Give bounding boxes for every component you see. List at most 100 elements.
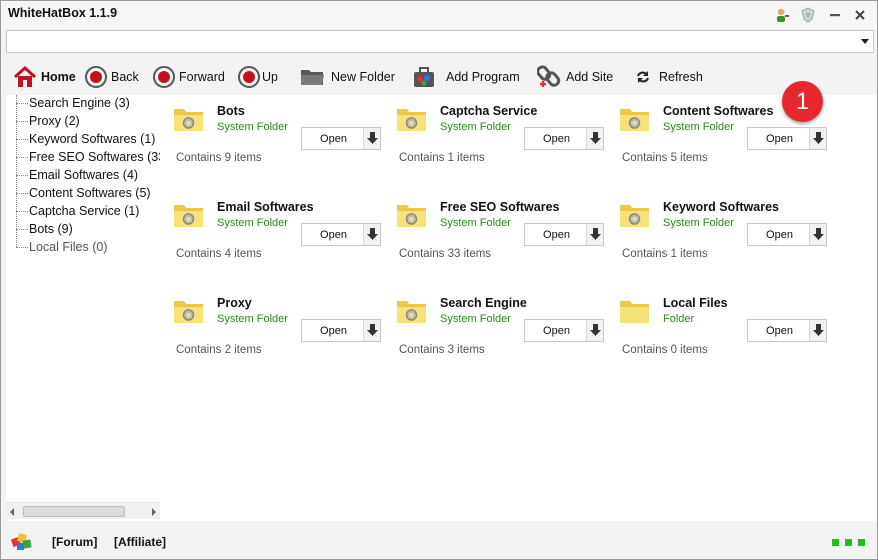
sidebar-item-label: Keyword Softwares (1) bbox=[29, 132, 156, 146]
folder-type: System Folder bbox=[440, 217, 511, 229]
open-label: Open bbox=[320, 229, 347, 241]
folder-type: System Folder bbox=[217, 121, 288, 133]
scroll-left-icon[interactable] bbox=[10, 508, 14, 516]
folder-card[interactable]: Search Engine System Folder Contains 3 ite… bbox=[383, 287, 604, 367]
folder-card[interactable]: Local Files Folder Contains 0 items Open bbox=[606, 287, 827, 367]
status-indicator bbox=[858, 539, 865, 546]
folder-type: Folder bbox=[663, 313, 695, 325]
open-dropdown[interactable] bbox=[363, 320, 380, 341]
open-dropdown[interactable] bbox=[809, 128, 826, 149]
arrow-down-icon bbox=[367, 228, 378, 240]
open-dropdown[interactable] bbox=[586, 320, 603, 341]
open-button[interactable]: Open bbox=[747, 223, 827, 246]
folder-name[interactable]: Content Softwares bbox=[663, 104, 773, 118]
new-folder-button[interactable]: New Folder bbox=[300, 63, 395, 91]
folder-card[interactable]: Keyword Softwares System Folder Contains 1… bbox=[606, 191, 827, 271]
folder-card[interactable]: Proxy System Folder Contains 2 items Open bbox=[160, 287, 381, 367]
system-folder-icon bbox=[174, 301, 203, 323]
folder-grid: Bots System Folder Contains 9 items Open Cap… bbox=[160, 95, 877, 521]
open-button[interactable]: Open bbox=[301, 127, 381, 150]
minimize-icon[interactable] bbox=[827, 7, 843, 23]
scroll-right-icon[interactable] bbox=[152, 508, 156, 516]
folder-card[interactable]: Free SEO Softwares System Folder Contains … bbox=[383, 191, 604, 271]
folder-name[interactable]: Proxy bbox=[217, 296, 252, 310]
close-icon[interactable] bbox=[852, 7, 868, 23]
folder-name[interactable]: Captcha Service bbox=[440, 104, 537, 118]
open-label: Open bbox=[320, 133, 347, 145]
toolbar: Home Back Forward Up New Folder Add Prog… bbox=[1, 59, 877, 95]
system-folder-icon bbox=[620, 109, 649, 131]
folder-card[interactable]: Bots System Folder Contains 9 items Open bbox=[160, 95, 381, 175]
add-site-label: Add Site bbox=[566, 70, 614, 84]
address-combobox[interactable] bbox=[6, 30, 874, 53]
forum-link[interactable]: [Forum] bbox=[52, 535, 97, 549]
app-window: WhiteHatBox 1.1.9 Home Back Forward Up N… bbox=[0, 0, 878, 560]
up-button[interactable]: Up bbox=[238, 63, 278, 91]
add-site-button[interactable]: Add Site bbox=[537, 63, 613, 91]
system-folder-icon bbox=[174, 205, 203, 227]
open-button[interactable]: Open bbox=[524, 223, 604, 246]
open-dropdown[interactable] bbox=[809, 320, 826, 341]
folder-card[interactable]: Email Softwares System Folder Contains 4 i… bbox=[160, 191, 381, 271]
refresh-label: Refresh bbox=[659, 70, 703, 84]
window-title: WhiteHatBox 1.1.9 bbox=[8, 6, 118, 20]
sidebar-item-label: Content Softwares (5) bbox=[29, 186, 151, 200]
folder-item-count: Contains 33 items bbox=[399, 248, 492, 260]
status-bar: [Forum] [Affiliate] bbox=[1, 522, 877, 559]
tree-connector bbox=[16, 175, 28, 176]
scroll-thumb[interactable] bbox=[23, 506, 125, 517]
folder-item-count: Contains 9 items bbox=[176, 152, 262, 164]
tree-connector bbox=[16, 121, 28, 122]
open-dropdown[interactable] bbox=[586, 224, 603, 245]
user-icon[interactable] bbox=[774, 7, 790, 23]
toolbox-icon bbox=[414, 67, 434, 87]
folder-item-count: Contains 1 items bbox=[399, 152, 485, 164]
folder-name[interactable]: Email Softwares bbox=[217, 200, 314, 214]
open-button[interactable]: Open bbox=[747, 319, 827, 342]
folder-name[interactable]: Search Engine bbox=[440, 296, 527, 310]
open-button[interactable]: Open bbox=[301, 319, 381, 342]
folder-name[interactable]: Local Files bbox=[663, 296, 728, 310]
link-icon bbox=[537, 65, 561, 87]
open-dropdown[interactable] bbox=[363, 224, 380, 245]
open-label: Open bbox=[766, 325, 793, 337]
sidebar-item-label: Proxy (2) bbox=[29, 114, 80, 128]
affiliate-link[interactable]: [Affiliate] bbox=[114, 535, 166, 549]
open-label: Open bbox=[543, 133, 570, 145]
folder-icon bbox=[620, 301, 649, 323]
tree-connector bbox=[16, 103, 28, 104]
add-program-button[interactable]: Add Program bbox=[412, 63, 520, 91]
open-dropdown[interactable] bbox=[809, 224, 826, 245]
home-button[interactable]: Home bbox=[13, 63, 76, 91]
folder-item-count: Contains 4 items bbox=[176, 248, 262, 260]
back-button[interactable]: Back bbox=[85, 63, 139, 91]
shield-icon[interactable] bbox=[800, 7, 816, 23]
folder-type: System Folder bbox=[663, 121, 734, 133]
folder-type: System Folder bbox=[440, 121, 511, 133]
horizontal-scrollbar[interactable] bbox=[6, 502, 160, 519]
refresh-icon bbox=[637, 71, 649, 83]
open-dropdown[interactable] bbox=[586, 128, 603, 149]
arrow-down-icon bbox=[590, 228, 601, 240]
home-label: Home bbox=[41, 70, 76, 84]
chevron-down-icon[interactable] bbox=[861, 39, 869, 44]
folder-type: System Folder bbox=[663, 217, 734, 229]
tree-connector bbox=[16, 95, 17, 247]
folder-name[interactable]: Bots bbox=[217, 104, 245, 118]
folder-name[interactable]: Keyword Softwares bbox=[663, 200, 779, 214]
open-button[interactable]: Open bbox=[301, 223, 381, 246]
folder-card[interactable]: Captcha Service System Folder Contains 1 i… bbox=[383, 95, 604, 175]
open-button[interactable]: Open bbox=[524, 319, 604, 342]
forward-arrow-icon bbox=[153, 66, 175, 88]
open-button[interactable]: Open bbox=[747, 127, 827, 150]
arrow-down-icon bbox=[590, 324, 601, 336]
open-dropdown[interactable] bbox=[363, 128, 380, 149]
folder-name[interactable]: Free SEO Softwares bbox=[440, 200, 560, 214]
open-button[interactable]: Open bbox=[524, 127, 604, 150]
folder-item-count: Contains 2 items bbox=[176, 344, 262, 356]
tree-connector bbox=[16, 139, 28, 140]
refresh-button[interactable]: Refresh bbox=[636, 63, 703, 91]
sidebar-tree-panel: Search Engine (3) Proxy (2) Keyword Softwa… bbox=[6, 95, 160, 521]
new-folder-label: New Folder bbox=[331, 70, 395, 84]
forward-button[interactable]: Forward bbox=[153, 63, 225, 91]
